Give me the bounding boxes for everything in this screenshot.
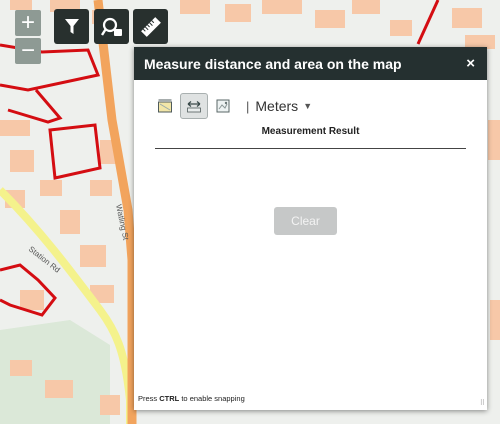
zoom-out-label: − — [20, 37, 35, 64]
zoom-in-button[interactable]: + — [15, 10, 41, 36]
search-location-icon — [100, 17, 122, 36]
hint-key: CTRL — [159, 394, 180, 403]
resize-grip-icon[interactable]: ⠿ — [480, 399, 485, 407]
area-tool-button[interactable] — [151, 93, 179, 119]
measure-button[interactable] — [133, 9, 168, 44]
unit-dropdown[interactable]: Meters ▼ — [255, 98, 312, 114]
location-tool-icon — [216, 99, 230, 113]
area-tool-icon — [158, 99, 172, 113]
close-button[interactable]: × — [466, 55, 475, 72]
hint-prefix: Press — [138, 394, 160, 403]
result-divider — [155, 148, 466, 149]
measurement-panel: Measure distance and area on the map × | — [134, 47, 487, 410]
distance-tool-button[interactable] — [180, 93, 208, 119]
chevron-down-icon: ▼ — [303, 101, 313, 111]
measurement-result-label: Measurement Result — [261, 126, 360, 137]
panel-title: Measure distance and area on the map — [144, 55, 402, 72]
hint-suffix: to enable snapping — [179, 394, 245, 403]
location-tool-button[interactable] — [209, 93, 237, 119]
clear-button[interactable]: Clear — [274, 207, 337, 235]
toolbar-separator: | — [246, 98, 250, 114]
distance-tool-icon — [187, 101, 201, 113]
zoom-out-button[interactable]: − — [15, 38, 41, 64]
zoom-in-label: + — [20, 9, 35, 36]
ruler-icon — [140, 16, 161, 37]
snapping-hint: Press CTRL to enable snapping — [138, 394, 245, 403]
search-location-button[interactable] — [94, 9, 129, 44]
filter-button[interactable] — [54, 9, 89, 44]
panel-header: Measure distance and area on the map × — [134, 47, 487, 80]
unit-value: Meters — [255, 98, 299, 114]
measurement-toolbar: | Meters ▼ — [151, 93, 312, 119]
filter-icon — [64, 18, 79, 34]
